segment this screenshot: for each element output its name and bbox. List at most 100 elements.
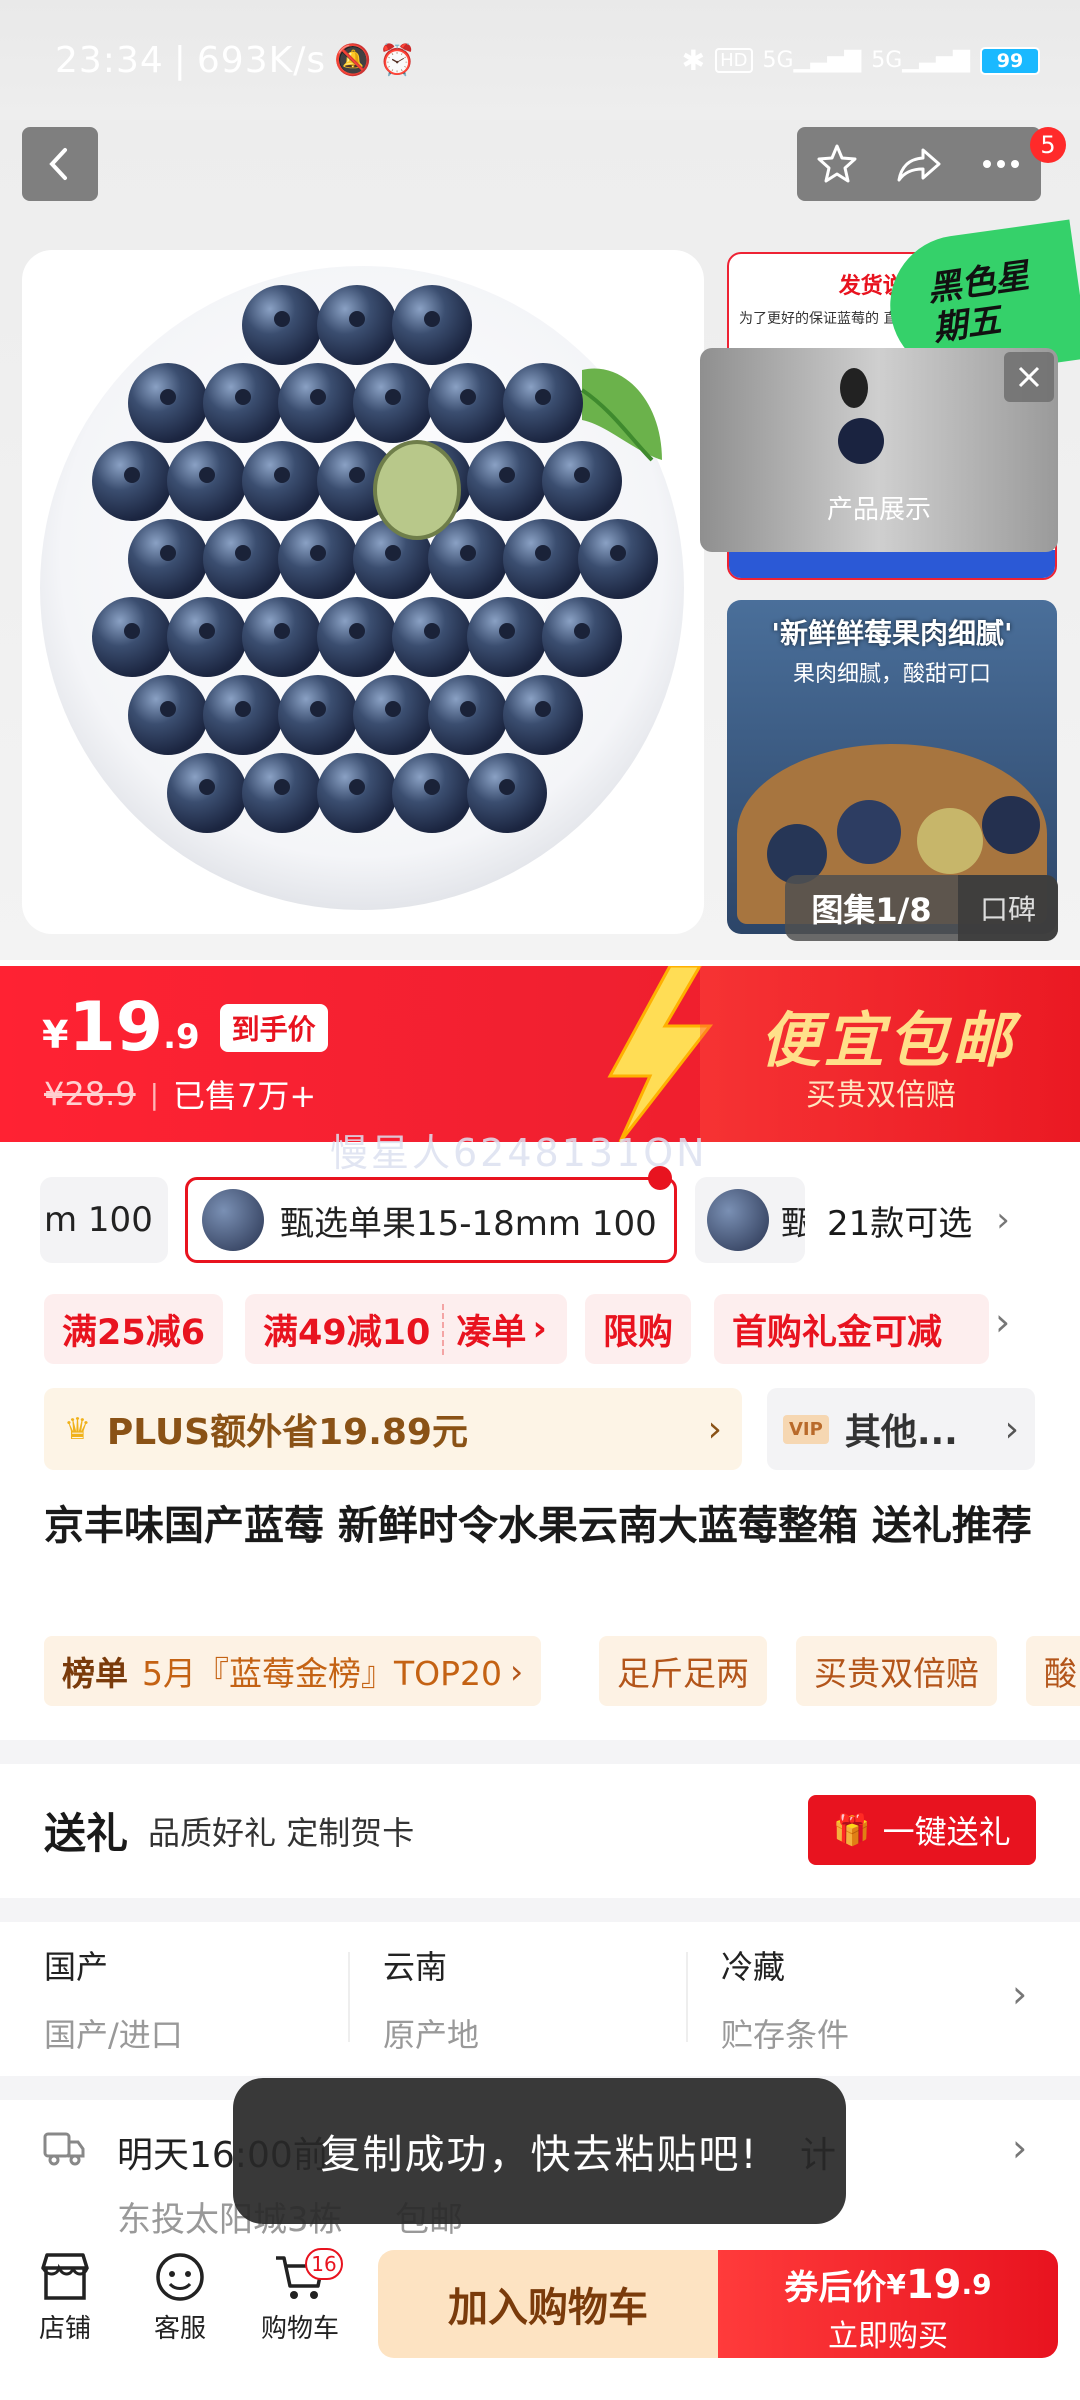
selected-dot	[648, 1166, 672, 1190]
price-row: ¥ 19 .9 到手价	[42, 988, 328, 1067]
feature-tag-1: 足斤足两	[599, 1636, 767, 1706]
blueberry-crown	[124, 467, 140, 483]
message-badge: 5	[1030, 127, 1066, 163]
sku-option-0[interactable]: m 100	[40, 1177, 168, 1263]
signal-icon-2: 5G▁▃▅▇	[871, 48, 970, 73]
blueberry-crown	[424, 779, 440, 795]
main-product-image[interactable]	[22, 250, 704, 934]
sku-option-selected[interactable]: 甄选单果15-18mm 100	[185, 1177, 677, 1263]
coupon-4[interactable]: 首购礼金可减	[714, 1294, 989, 1364]
chevron-right-icon[interactable]: ›	[1012, 1972, 1027, 2016]
feature-tag-2: 买贵双倍赔	[796, 1636, 997, 1706]
hd-icon: HD	[715, 48, 753, 73]
sku-more[interactable]: 21款可选 ›	[805, 1177, 1055, 1263]
customer-service-icon	[156, 2253, 204, 2301]
chevron-right-icon: ›	[1004, 1408, 1019, 1450]
blueberry-crown	[160, 545, 176, 561]
blueberry-crown	[199, 623, 215, 639]
close-video-button[interactable]	[1004, 352, 1054, 402]
blueberry-crown	[385, 545, 401, 561]
blueberry-crown	[274, 623, 290, 639]
spec-label: 贮存条件	[721, 2016, 850, 2054]
price-main: 19	[68, 988, 164, 1067]
coupon-3[interactable]: 限购	[585, 1294, 692, 1364]
share-icon[interactable]	[895, 142, 943, 186]
bluetooth-icon: ✱	[681, 44, 706, 77]
spec-value: 云南	[383, 1948, 448, 1986]
blueberry-crown	[349, 623, 365, 639]
toast-text: 复制成功，快去粘贴吧!	[320, 2132, 759, 2178]
blueberry-crown	[274, 779, 290, 795]
buy-currency: ¥	[886, 2268, 906, 2301]
signal-icon: 5G▁▃▅▇	[762, 48, 862, 73]
cart-count-badge: 16	[305, 2248, 343, 2280]
thumbnail2-title: '新鲜鲜莓果肉细腻'	[771, 617, 1013, 650]
buy-now-button[interactable]: 券后价 ¥ 19 .9 立即购买	[718, 2250, 1058, 2358]
section-divider	[0, 1898, 1080, 1922]
ranking-label: 榜单	[62, 1654, 128, 1693]
blueberry-crown	[235, 545, 251, 561]
blueberry-crown	[160, 701, 176, 717]
reviews-tab[interactable]: 口碑	[958, 875, 1058, 941]
chevron-right-icon: ›	[1012, 2126, 1028, 2170]
gift-icon: 🎁	[833, 1812, 871, 1848]
back-button[interactable]	[22, 127, 98, 201]
blueberry-crown	[310, 545, 326, 561]
price-decimal: .9	[163, 1016, 200, 1057]
gift-button[interactable]: 🎁 一键送礼	[808, 1795, 1036, 1865]
final-price-badge: 到手价	[219, 1003, 328, 1052]
spec-value: 冷藏	[721, 1948, 786, 1986]
gift-section: 送礼 品质好礼 定制贺卡	[44, 1800, 414, 1861]
blueberry-crown	[574, 623, 590, 639]
blueberry-crown	[235, 389, 251, 405]
spec-item-storage[interactable]: 冷藏 贮存条件	[721, 1942, 849, 2056]
add-to-cart-button[interactable]: 加入购物车	[378, 2250, 718, 2358]
blueberry-crown	[460, 545, 476, 561]
blueberry-crown	[535, 545, 551, 561]
sku-more-label: 21款可选	[827, 1203, 973, 1244]
cart-label: 购物车	[260, 2314, 339, 2344]
ranking-tag[interactable]: 榜单 5月『蓝莓金榜』TOP20 ›	[44, 1636, 542, 1706]
spec-item-origin[interactable]: 云南 原产地	[383, 1942, 479, 2056]
blueberry-plate-image	[40, 266, 684, 910]
section-divider	[0, 1740, 1080, 1764]
blueberry-crown	[610, 545, 626, 561]
coupon-2[interactable]: 满49减10 凑单 ›	[245, 1294, 567, 1364]
coupon-1[interactable]: 满25减6	[44, 1294, 224, 1364]
price-sub-row: ¥28.9 | 已售7万+	[44, 1071, 316, 1117]
video-label: 产品展示	[826, 495, 931, 525]
blueberry-crown	[235, 701, 251, 717]
blueberry-crown	[274, 467, 290, 483]
original-price: ¥28.9	[44, 1075, 136, 1113]
plus-savings[interactable]: ♛ PLUS额外省19.89元 ›	[44, 1388, 742, 1470]
sku-option-2[interactable]: 甄	[695, 1177, 805, 1263]
product-title: 京丰味国产蓝莓 新鲜时令水果云南大蓝莓整箱 送礼推荐	[44, 1503, 1032, 1549]
chevron-right-icon[interactable]: ›	[995, 1300, 1010, 1344]
chevron-right-icon: ›	[996, 1200, 1010, 1240]
sku-option-label: 甄	[781, 1203, 805, 1244]
promo-title: 便宜包邮	[760, 1006, 1016, 1076]
sticker-text: 黑色星期五	[924, 255, 1032, 350]
alarm-icon: ⏰	[378, 43, 417, 78]
star-icon[interactable]	[815, 142, 859, 186]
more-icon[interactable]	[979, 142, 1023, 186]
status-time: 23:34	[55, 40, 164, 81]
spec-value: 国产	[44, 1948, 109, 1986]
blueberry-crown	[349, 311, 365, 327]
blueberry-crown	[424, 623, 440, 639]
shop-tab[interactable]: 店铺	[30, 2250, 100, 2345]
sku-thumbnail	[202, 1189, 264, 1251]
blueberry-crown	[199, 779, 215, 795]
shop-icon	[41, 2253, 89, 2300]
buy-price-decimal: .9	[961, 2268, 992, 2301]
blueberry-crown	[124, 623, 140, 639]
blueberry-crown	[310, 701, 326, 717]
service-tab[interactable]: 客服	[145, 2250, 215, 2345]
promo-subtitle: 买贵双倍赔	[806, 1078, 956, 1113]
spec-item-origin-type[interactable]: 国产 国产/进口	[44, 1942, 183, 2056]
other-benefits[interactable]: VIP 其他... ›	[767, 1388, 1035, 1470]
gallery-counter-bar[interactable]: 图集1/8 口碑	[785, 875, 1058, 941]
chevron-right-icon: ›	[510, 1651, 524, 1691]
toast-message: 复制成功，快去粘贴吧!	[233, 2078, 846, 2224]
chevron-right-icon: ›	[707, 1408, 722, 1450]
